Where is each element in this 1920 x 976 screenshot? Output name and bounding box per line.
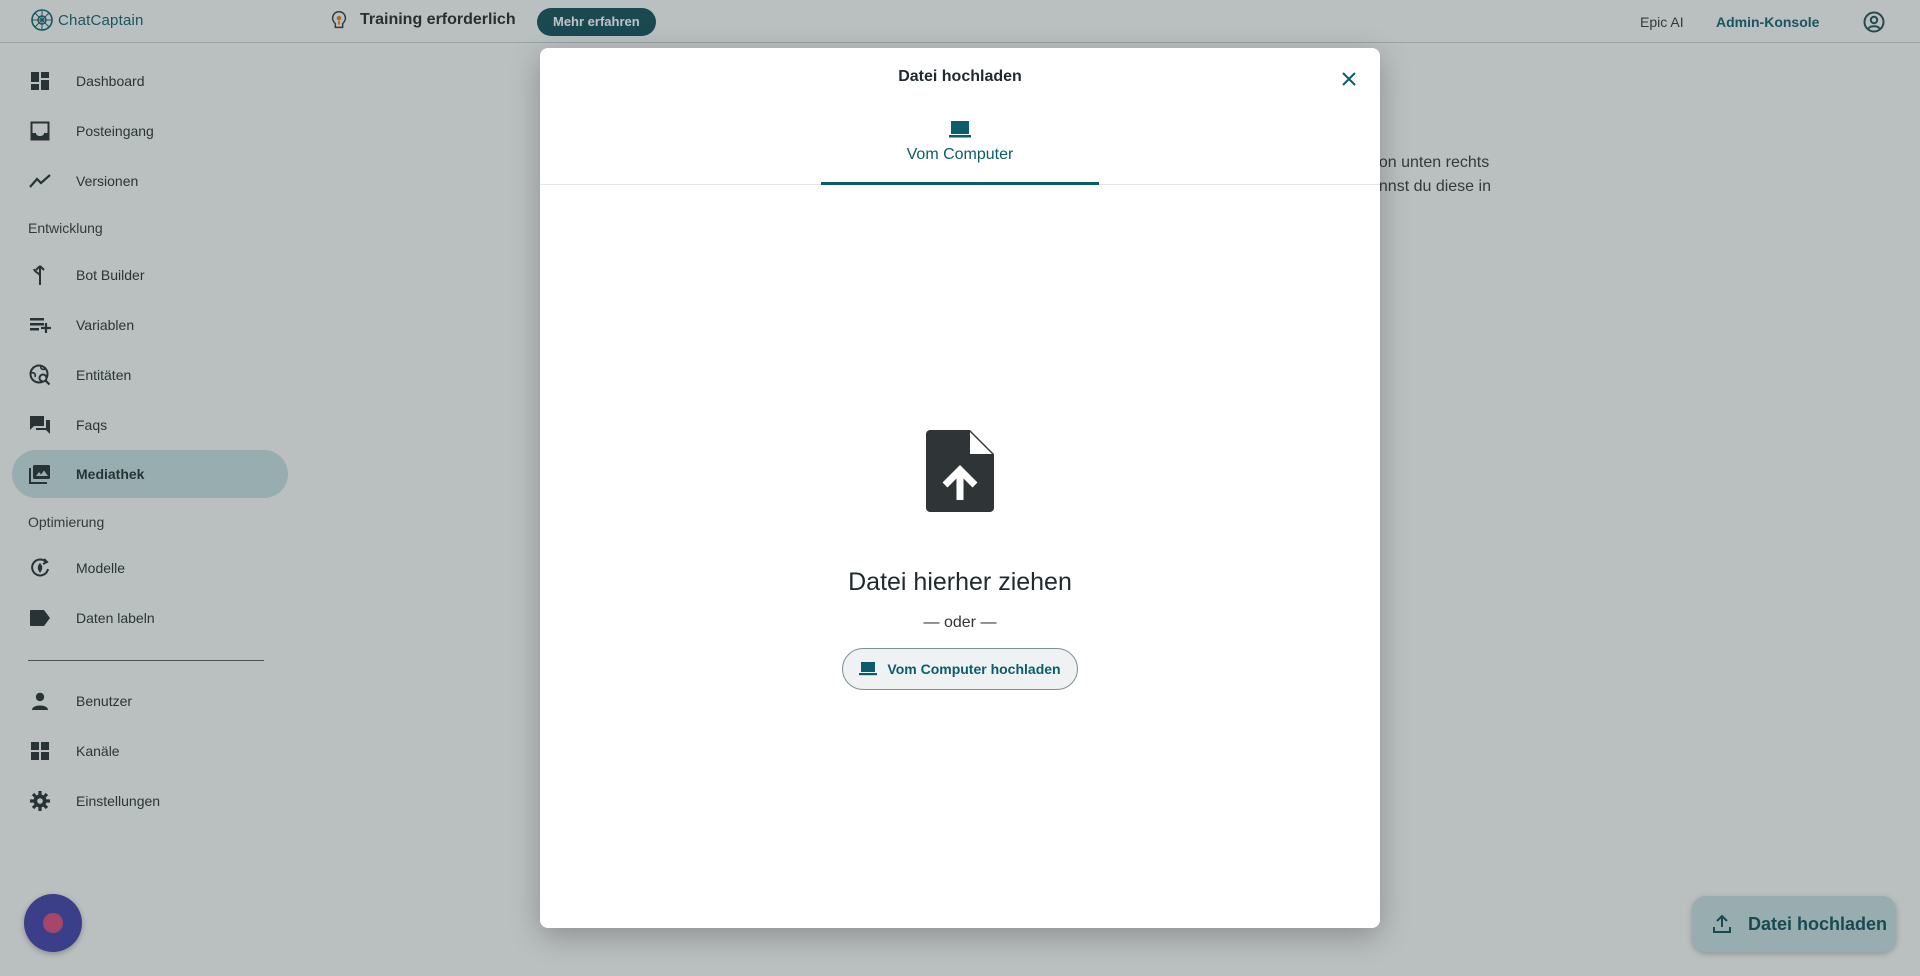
tab-label: Vom Computer	[906, 146, 1014, 163]
dialog-title: Datei hochladen	[898, 68, 1022, 85]
upload-dialog: Datei hochladen Vom Computer Datei hierh…	[540, 48, 1380, 928]
drop-zone-title: Datei hierher ziehen	[848, 568, 1072, 596]
tab-active-indicator	[821, 182, 1099, 185]
laptop-icon	[949, 121, 971, 138]
drop-zone[interactable]	[926, 430, 994, 517]
upload-from-computer-button[interactable]: Vom Computer hochladen	[842, 648, 1078, 690]
close-button[interactable]	[1337, 67, 1361, 91]
upload-from-computer-label: Vom Computer hochladen	[887, 661, 1061, 677]
upload-file-icon	[926, 430, 994, 512]
tab-from-computer[interactable]: Vom Computer	[821, 118, 1099, 185]
close-icon	[1342, 72, 1356, 86]
laptop-icon	[859, 662, 878, 676]
or-separator: — oder —	[923, 614, 997, 631]
